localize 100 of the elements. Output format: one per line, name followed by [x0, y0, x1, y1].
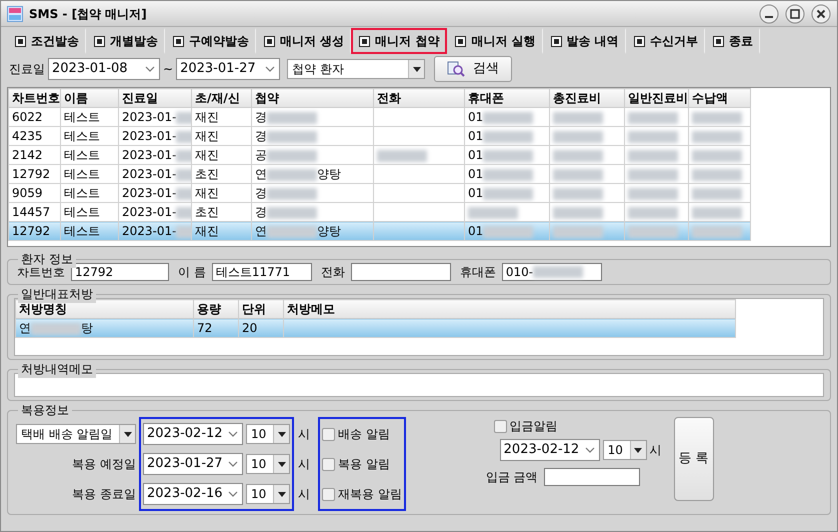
toolbar-tab[interactable]: 종료: [704, 28, 760, 54]
field-label: 복용 예정일: [72, 456, 136, 473]
table-cell: 경: [252, 202, 374, 222]
date-picker[interactable]: 2023-02-12: [143, 423, 243, 445]
window-title: SMS - [첩약 매니저]: [29, 6, 148, 22]
table-cell: 2142: [8, 146, 60, 164]
toolbar-tab[interactable]: 발송 내역: [542, 28, 626, 54]
hour-dropdown[interactable]: 10: [246, 484, 290, 504]
table-cell: 12792: [8, 222, 60, 240]
table-row[interactable]: 9059 테스트 2023-01- 재진 경 01: [8, 184, 750, 202]
alert-type-dropdown[interactable]: 택배 배송 알림일: [16, 424, 136, 444]
table-row[interactable]: 14457 테스트 2023-01- 초진 경: [8, 202, 750, 222]
toolbar-tab[interactable]: 구예약발송: [165, 28, 256, 54]
checkbox[interactable]: [322, 428, 335, 440]
end-date-picker[interactable]: 2023-01-27: [176, 58, 280, 80]
caret-icon: [278, 492, 286, 496]
column-header[interactable]: 휴대폰: [464, 88, 550, 108]
column-header[interactable]: 초/재/신: [192, 88, 252, 108]
table-cell: 재진: [192, 222, 252, 240]
table-cell: 01: [464, 184, 550, 202]
date-picker[interactable]: 2023-01-27: [143, 453, 243, 475]
toolbar-tab[interactable]: 조건발송: [7, 28, 86, 54]
square-icon: [94, 36, 105, 46]
chevron-down-icon: [264, 64, 276, 74]
search-button[interactable]: 검색: [434, 56, 512, 82]
table-row[interactable]: 4235 테스트 2023-01- 재진 경 01: [8, 126, 750, 146]
close-icon[interactable]: [811, 4, 831, 24]
chevron-down-icon: [584, 445, 596, 455]
app-icon: [7, 6, 23, 22]
input-field[interactable]: 12792: [71, 263, 169, 281]
input-field[interactable]: 테스트11771: [212, 263, 312, 281]
register-button[interactable]: 등 록: [674, 417, 714, 501]
memo-field[interactable]: [14, 373, 824, 397]
maximize-icon[interactable]: [785, 4, 805, 24]
column-header[interactable]: 첩약: [252, 88, 374, 108]
table-cell: 재진: [192, 146, 252, 164]
input-field[interactable]: 010-: [502, 263, 602, 281]
table-row[interactable]: 연 탕 72 20: [16, 318, 736, 338]
unit-label: 시: [298, 486, 310, 503]
toolbar-tab[interactable]: 매니저 실행: [447, 28, 543, 54]
checkbox-label: 재복용 알림: [338, 486, 402, 503]
column-header[interactable]: 차트번호: [8, 88, 60, 108]
column-header[interactable]: 진료일: [118, 88, 192, 108]
table-cell: 테스트: [60, 164, 118, 184]
table-cell: 테스트: [60, 222, 118, 240]
search-icon: [447, 61, 466, 77]
hour-dropdown[interactable]: 10: [602, 440, 647, 460]
table-row[interactable]: 6022 테스트 2023-01- 재진 경 01: [8, 108, 750, 126]
square-icon: [15, 36, 26, 46]
table-cell: 01: [464, 164, 550, 184]
chevron-down-icon: [144, 64, 156, 74]
minimize-icon[interactable]: [759, 4, 779, 24]
hour-dropdown[interactable]: 10: [246, 454, 290, 474]
date-picker[interactable]: 2023-02-16: [143, 483, 243, 505]
table-cell: 01: [464, 222, 550, 240]
table-cell: 2023-01-: [118, 108, 192, 126]
column-header[interactable]: 이름: [60, 88, 118, 108]
column-header[interactable]: 처방메모: [284, 300, 736, 318]
toolbar-tab[interactable]: 매니저 첩약: [351, 28, 448, 54]
input-field[interactable]: [544, 468, 640, 486]
table-cell: 01: [464, 108, 550, 126]
toolbar-tab[interactable]: 개별발송: [86, 28, 165, 54]
table-cell: 테스트: [60, 146, 118, 164]
checkbox[interactable]: [494, 420, 507, 432]
field-label: 차트번호: [17, 265, 65, 281]
table-cell: 4235: [8, 126, 60, 146]
table-cell: 연 양탕: [252, 164, 374, 184]
table-row[interactable]: 2142 테스트 2023-01- 재진 공 01: [8, 146, 750, 164]
checkbox-label: 입금알림: [510, 418, 558, 435]
column-header[interactable]: 전화: [374, 88, 464, 108]
checkbox[interactable]: [322, 488, 335, 500]
toolbar-tab[interactable]: 수신거부: [626, 28, 705, 54]
table-cell: 12792: [8, 164, 60, 184]
checkbox[interactable]: [322, 458, 335, 470]
column-header[interactable]: 일반진료비: [624, 88, 688, 108]
table-cell: 01: [464, 126, 550, 146]
table-cell: 2023-01-: [118, 184, 192, 202]
column-header[interactable]: 용량: [194, 300, 238, 318]
table-cell: 초진: [192, 164, 252, 184]
start-date-picker[interactable]: 2023-01-08: [48, 58, 160, 80]
table-cell: 2023-01-: [118, 146, 192, 164]
caret-icon: [412, 66, 421, 72]
column-header[interactable]: 처방명칭: [16, 300, 194, 318]
caret-icon: [124, 432, 132, 436]
column-header[interactable]: 수납액: [688, 88, 750, 108]
table-row[interactable]: 12792 테스트 2023-01- 재진 연 양탕 01: [8, 222, 750, 240]
date-picker[interactable]: 2023-02-12: [500, 439, 600, 461]
input-field[interactable]: [350, 263, 451, 281]
chevron-down-icon: [227, 459, 239, 469]
table-cell: 2023-01-: [118, 164, 192, 184]
chevron-down-icon: [227, 429, 239, 439]
category-dropdown[interactable]: 첩약 환자: [287, 59, 426, 79]
toolbar-tab[interactable]: 매니저 생성: [256, 28, 352, 54]
field-label: 복용 종료일: [72, 486, 136, 503]
hour-dropdown[interactable]: 10: [246, 424, 290, 444]
column-header[interactable]: 단위: [238, 300, 284, 318]
column-header[interactable]: 총진료비: [550, 88, 624, 108]
table-cell: 연 탕: [16, 318, 194, 338]
table-row[interactable]: 12792 테스트 2023-01- 초진 연 양탕 01: [8, 164, 750, 184]
unit-label: 시: [298, 426, 310, 443]
